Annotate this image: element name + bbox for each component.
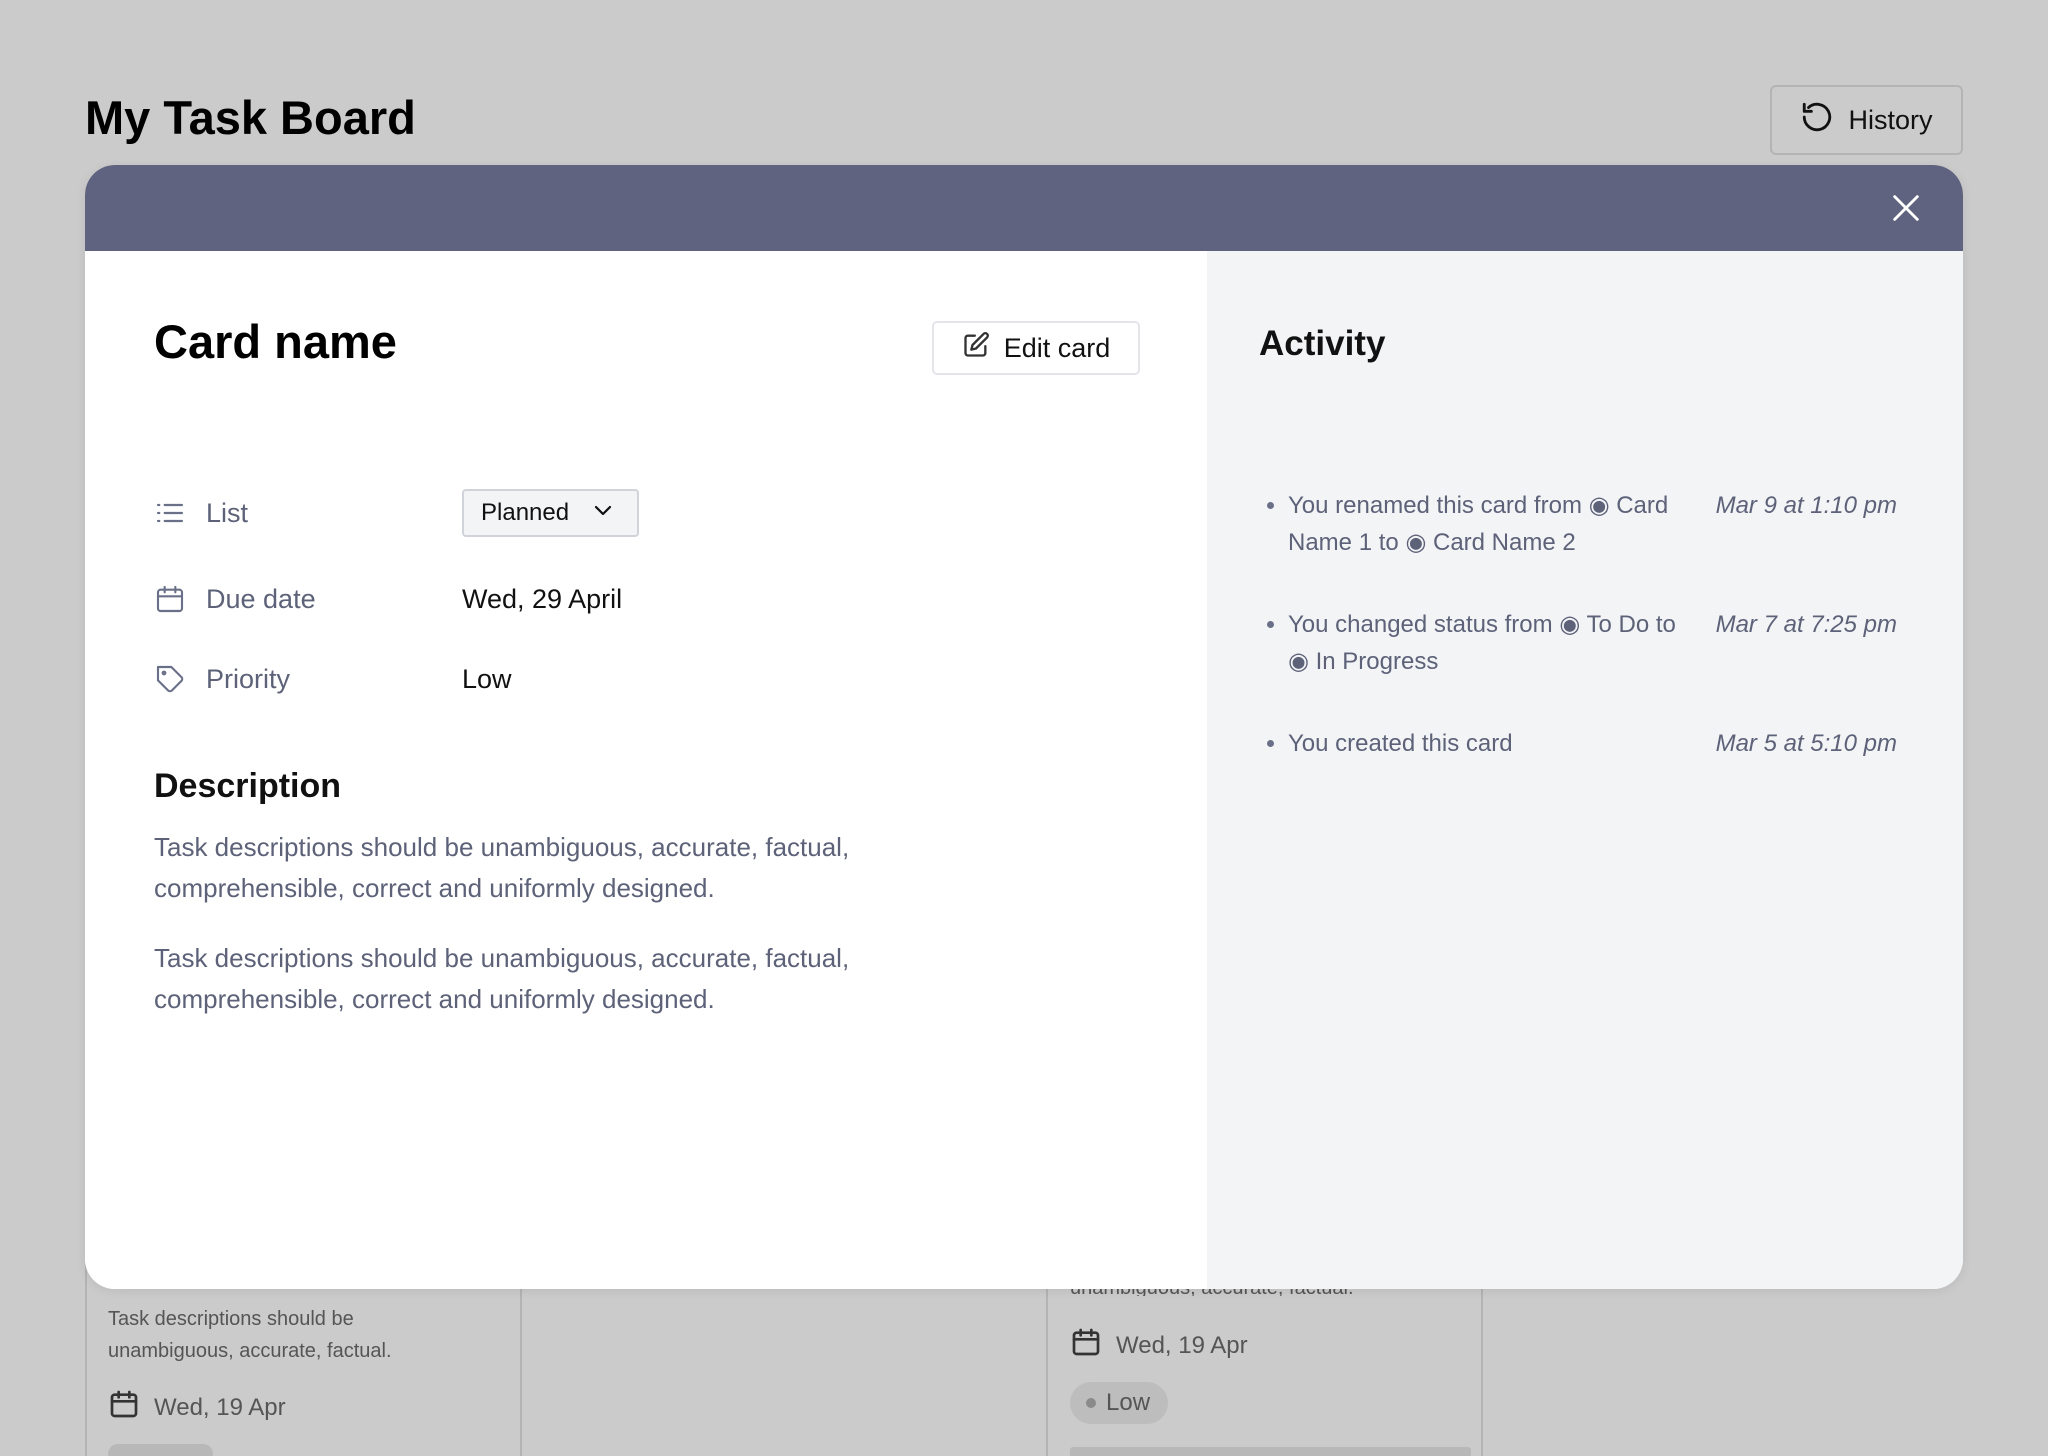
priority-badge: Low	[1070, 1382, 1169, 1424]
tag-icon	[154, 663, 186, 695]
activity-heading: Activity	[1259, 324, 1386, 363]
card-due-date: Wed, 19 Apr	[108, 1388, 286, 1427]
activity-text: You renamed this card from ◉ Card Name 1…	[1288, 492, 1669, 556]
board-title: My Task Board	[85, 91, 416, 144]
priority-dot	[1086, 1398, 1096, 1408]
property-list: List Planned	[154, 489, 639, 537]
list-select-value: Planned	[481, 499, 570, 526]
edit-card-button[interactable]: Edit card	[932, 321, 1140, 375]
edit-card-label: Edit card	[1003, 332, 1111, 363]
activity-text: You created this card	[1288, 730, 1513, 757]
list-select[interactable]: Planned	[462, 489, 639, 537]
card-progress-stub	[1070, 1447, 1471, 1456]
list-label: List	[206, 497, 249, 528]
activity-bullet	[1267, 621, 1274, 628]
calendar-icon	[154, 583, 186, 615]
calendar-icon	[1070, 1326, 1102, 1365]
priority-badge-label: Low	[1106, 1389, 1151, 1416]
calendar-icon	[108, 1388, 140, 1427]
edit-icon	[962, 331, 990, 366]
history-button[interactable]: History	[1770, 85, 1963, 155]
modal-header	[85, 165, 1963, 251]
description-heading: Description	[154, 767, 342, 805]
priority-value: Low	[462, 663, 512, 694]
activity-text: You changed status from ◉ To Do to ◉ In …	[1288, 611, 1676, 675]
history-label: History	[1848, 104, 1933, 135]
due-date-label: Due date	[206, 583, 316, 614]
chevron-down-icon	[591, 498, 615, 529]
card-description: Task descriptions should be unambiguous,…	[108, 1308, 392, 1362]
card-badge-stub	[108, 1444, 213, 1456]
activity-time: Mar 9 at 1:10 pm	[1715, 492, 1897, 519]
activity-pane: Activity You renamed this card from ◉ Ca…	[1207, 251, 1963, 1289]
list-icon	[154, 497, 186, 529]
activity-time: Mar 7 at 7:25 pm	[1715, 611, 1897, 638]
card-date-text: Wed, 19 Apr	[1116, 1331, 1248, 1359]
activity-bullet	[1267, 502, 1274, 509]
close-button[interactable]	[1889, 191, 1923, 225]
activity-bullet	[1267, 740, 1274, 747]
description-paragraph: Task descriptions should be unambiguous,…	[154, 832, 850, 903]
card-detail-modal: Card name Edit card List Planned Due dat…	[85, 165, 1963, 1289]
due-date-value: Wed, 29 April	[462, 583, 623, 614]
activity-time: Mar 5 at 5:10 pm	[1715, 730, 1897, 757]
property-priority: Priority Low	[154, 659, 512, 699]
card-main-pane: Card name Edit card List Planned Due dat…	[85, 251, 1207, 1289]
priority-label: Priority	[206, 663, 291, 694]
description-paragraph: Task descriptions should be unambiguous,…	[154, 943, 850, 1014]
close-icon	[1889, 195, 1923, 229]
card-title: Card name	[154, 315, 397, 368]
card-date-text: Wed, 19 Apr	[154, 1393, 286, 1421]
property-due-date: Due date Wed, 29 April	[154, 579, 622, 619]
history-icon	[1800, 100, 1834, 141]
card-due-date: Wed, 19 Apr	[1070, 1326, 1248, 1365]
